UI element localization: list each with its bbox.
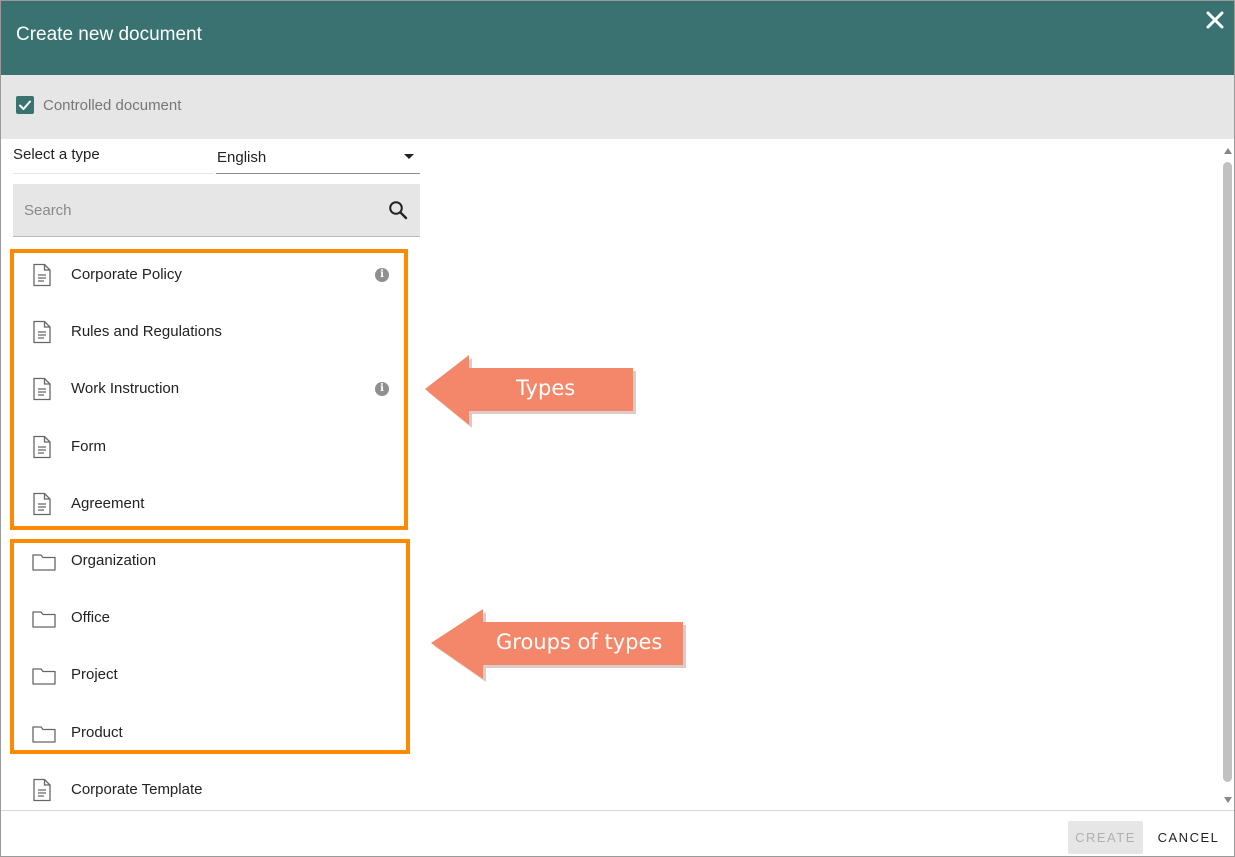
item-label: Agreement [71, 494, 145, 512]
groups-callout-label: Groups of types [496, 630, 663, 654]
folder-icon [32, 725, 56, 743]
language-select[interactable]: English [216, 141, 420, 174]
info-icon[interactable]: i [375, 382, 389, 397]
scrollbar-thumb[interactable] [1223, 162, 1232, 782]
controlled-document-checkbox[interactable] [16, 96, 34, 114]
search-box [13, 184, 420, 237]
document-icon [32, 435, 52, 459]
type-group-item[interactable]: Organization [13, 532, 413, 589]
item-label: Product [71, 723, 123, 741]
document-icon [32, 320, 52, 344]
document-icon [32, 377, 52, 401]
type-item[interactable]: Rules and Regulations [13, 303, 413, 360]
type-group-item[interactable]: Project [13, 646, 413, 703]
scrollbar[interactable] [1221, 144, 1235, 806]
document-icon [32, 263, 52, 287]
divider [13, 173, 213, 174]
create-button[interactable]: CREATE [1068, 821, 1143, 854]
item-label: Corporate Template [71, 780, 203, 798]
folder-icon [32, 553, 56, 571]
controlled-document-bar: Controlled document [1, 75, 1234, 139]
type-group-item[interactable]: Product [13, 704, 413, 761]
type-item[interactable]: Agreement [13, 475, 413, 532]
cancel-button[interactable]: CANCEL [1151, 821, 1226, 854]
item-label: Project [71, 666, 118, 684]
type-item[interactable]: Form [13, 418, 413, 475]
groups-callout-arrow: Groups of types [427, 605, 693, 685]
search-input[interactable] [13, 184, 373, 236]
type-group-item[interactable]: Office [13, 589, 413, 646]
type-item[interactable]: Work Instruction i [13, 360, 413, 417]
create-document-dialog: Create new document Controlled document … [0, 0, 1235, 857]
document-icon [32, 492, 52, 516]
dialog-header: Create new document [1, 1, 1234, 75]
caret-down-icon [404, 154, 414, 159]
type-selector-row: Select a type English [13, 141, 420, 174]
checkmark-icon [19, 100, 31, 110]
types-callout-arrow: Types [421, 351, 641, 431]
dialog-footer: CREATE CANCEL [1, 810, 1234, 856]
item-label: Form [71, 437, 106, 455]
search-icon[interactable] [388, 200, 408, 220]
document-icon [32, 778, 52, 802]
folder-icon [32, 667, 56, 685]
item-label: Work Instruction [71, 380, 180, 398]
dialog-title: Create new document [16, 24, 202, 45]
type-item[interactable]: Corporate Policy i [13, 246, 413, 303]
item-label: Office [71, 609, 110, 627]
types-callout-label: Types [516, 376, 576, 400]
scroll-down-icon[interactable] [1224, 797, 1232, 803]
folder-icon [32, 610, 56, 628]
item-label: Rules and Regulations [71, 323, 222, 341]
item-label: Corporate Policy [71, 266, 182, 283]
controlled-document-label: Controlled document [43, 97, 182, 114]
language-value: English [217, 149, 267, 166]
close-icon[interactable] [1204, 9, 1226, 31]
type-list: Corporate Policy i Rules and Regulations Wo… [13, 246, 413, 818]
scroll-up-icon[interactable] [1224, 148, 1232, 154]
info-icon[interactable]: i [375, 268, 389, 282]
select-type-label: Select a type [13, 146, 100, 163]
item-label: Organization [71, 551, 157, 569]
